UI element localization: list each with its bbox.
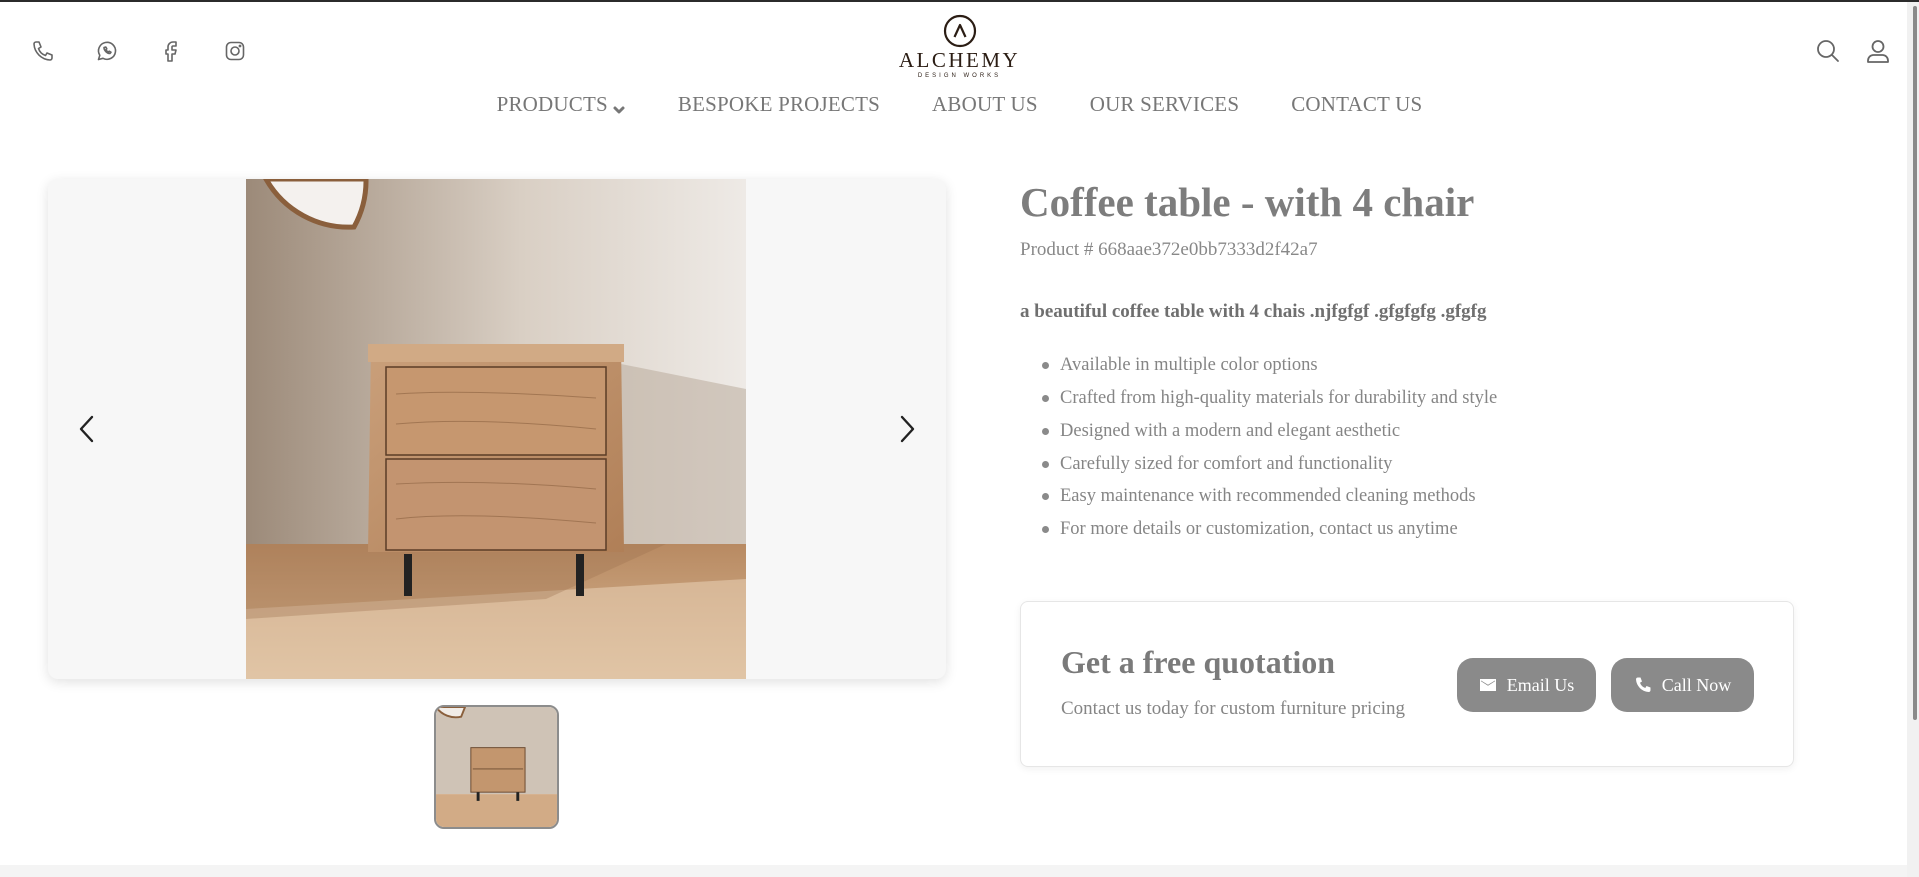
phone-icon[interactable] <box>30 38 56 64</box>
mail-icon <box>1479 679 1496 691</box>
list-item: Available in multiple color options <box>1020 349 1800 382</box>
list-item: For more details or customization, conta… <box>1020 513 1800 546</box>
product-info: Coffee table - with 4 chair Product # 66… <box>1020 178 1800 546</box>
product-title: Coffee table - with 4 chair <box>1020 179 1475 225</box>
product-description: a beautiful coffee table with 4 chais .n… <box>1020 301 1487 323</box>
gallery-thumbnail[interactable] <box>434 705 559 829</box>
call-now-button[interactable]: Call Now <box>1611 658 1754 712</box>
nav-item-label: PRODUCTS <box>496 92 608 116</box>
quotation-card: Get a free quotation Contact us today fo… <box>1020 601 1794 767</box>
logo-tagline: DESIGN WORKS <box>917 73 1002 79</box>
phone-icon <box>1635 677 1651 692</box>
whatsapp-icon[interactable] <box>94 38 120 64</box>
list-item: Crafted from high-quality materials for … <box>1020 382 1800 415</box>
nav-item-contact-us[interactable]: CONTACT US <box>1291 92 1422 117</box>
email-us-button[interactable]: Email Us <box>1457 658 1596 712</box>
facebook-icon[interactable] <box>158 38 184 64</box>
logo-name: ALCHEMY <box>898 48 1021 72</box>
nav-item-about-us[interactable]: ABOUT US <box>932 92 1038 117</box>
nav-item-label: CONTACT US <box>1291 92 1423 116</box>
header-actions <box>1815 38 1891 69</box>
logo-mark-icon <box>943 14 976 48</box>
chevron-down-icon <box>612 98 626 113</box>
thumbnail-image <box>436 707 557 827</box>
page-scrollbar[interactable] <box>1907 2 1919 877</box>
product-number: Product # 668aae372e0bb7333d2f42a7 <box>1020 239 1318 261</box>
chevron-left-icon <box>79 415 94 443</box>
feature-list: Available in multiple color options Craf… <box>1020 349 1800 546</box>
product-gallery <box>48 179 946 679</box>
site-logo[interactable]: ALCHEMY DESIGN WORKS <box>890 14 1030 79</box>
list-item: Easy maintenance with recommended cleani… <box>1020 480 1800 513</box>
nav-item-label: OUR SERVICES <box>1089 92 1240 116</box>
nav-item-label: ABOUT US <box>932 92 1038 116</box>
product-main-image <box>246 179 746 679</box>
email-us-label: Email Us <box>1506 674 1575 695</box>
search-icon[interactable] <box>1815 38 1841 69</box>
nav-item-label: BESPOKE PROJECTS <box>677 92 881 116</box>
social-links <box>30 38 248 64</box>
scrollbar-thumb[interactable] <box>1913 6 1917 720</box>
chevron-right-icon <box>900 415 915 443</box>
gallery-prev-button[interactable] <box>70 411 106 447</box>
main-nav: PRODUCTS BESPOKE PROJECTS ABOUT US OUR S… <box>0 92 1919 117</box>
gallery-next-button[interactable] <box>888 411 924 447</box>
quotation-title: Get a free quotation <box>1061 644 1336 680</box>
nav-item-our-services[interactable]: OUR SERVICES <box>1090 92 1240 117</box>
list-item: Carefully sized for comfort and function… <box>1020 448 1800 481</box>
call-now-label: Call Now <box>1661 674 1732 695</box>
quotation-subtitle: Contact us today for custom furniture pr… <box>1061 698 1406 719</box>
list-item: Designed with a modern and elegant aesth… <box>1020 415 1800 448</box>
nav-item-products[interactable]: PRODUCTS <box>497 92 626 117</box>
user-icon[interactable] <box>1865 38 1891 69</box>
instagram-icon[interactable] <box>222 38 248 64</box>
nav-item-bespoke-projects[interactable]: BESPOKE PROJECTS <box>678 92 880 117</box>
footer-edge <box>0 865 1919 877</box>
